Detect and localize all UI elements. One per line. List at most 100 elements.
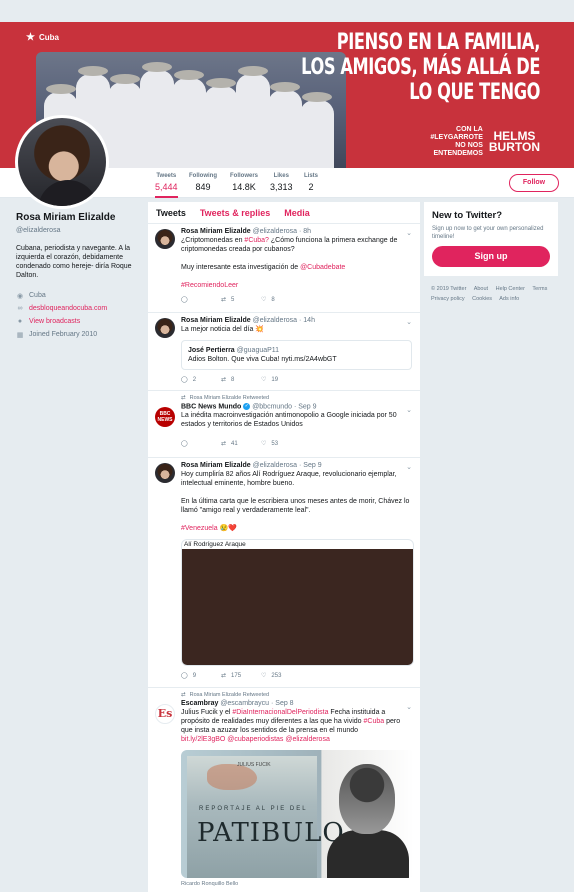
- signup-module: New to Twitter? Sign up now to get your …: [424, 202, 558, 276]
- profile-name[interactable]: Rosa Miriam Elizalde: [16, 212, 146, 223]
- signup-button[interactable]: Sign up: [432, 246, 550, 267]
- tweet-avatar[interactable]: Es: [155, 704, 175, 724]
- retweet-icon: ⇄: [181, 692, 186, 698]
- profile-card: Rosa Miriam Elizalde @elizalderosa Cuban…: [16, 212, 146, 341]
- tab-tweets[interactable]: Tweets: [156, 208, 186, 218]
- follow-button[interactable]: Follow: [509, 174, 559, 192]
- retweet-icon: ⇄: [221, 441, 227, 448]
- tweet-item[interactable]: ⌄ Rosa Miriam Elizalde @elizalderosa · S…: [148, 458, 420, 688]
- retweet-context: ⇄ Rosa Miriam Elizalde Retweeted: [181, 395, 270, 401]
- tweet-text: La inédita macroinvestigación antimonopo…: [181, 412, 397, 429]
- stat-followers[interactable]: Followers 14.8K: [230, 173, 258, 192]
- like-button[interactable]: ♡ 8: [261, 296, 301, 304]
- profile-avatar[interactable]: [15, 115, 109, 209]
- banner-brand: ★ Cuba: [26, 32, 59, 43]
- heart-icon: ♡: [261, 297, 267, 303]
- reply-button[interactable]: ◯ 9: [181, 672, 221, 680]
- retweet-button[interactable]: ⇄ 41: [221, 440, 261, 448]
- reply-icon: ◯: [181, 441, 188, 448]
- retweet-icon: ⇄: [221, 673, 227, 679]
- chevron-down-icon[interactable]: ⌄: [406, 229, 412, 237]
- profile-handle[interactable]: @elizalderosa: [16, 227, 146, 234]
- stat-likes[interactable]: Likes 3,313: [270, 173, 293, 192]
- book-cover: JULIUS FUCIK REPORTAJE AL PIE DEL PATIBU…: [187, 756, 344, 878]
- broadcast-pin-icon: ●: [17, 318, 23, 325]
- tweet-actions: ◯ 2 ⇄ 8 ♡ 19: [181, 376, 412, 384]
- chevron-down-icon[interactable]: ⌄: [406, 406, 412, 414]
- retweet-button[interactable]: ⇄ 5: [221, 296, 261, 304]
- footer-link-privacy[interactable]: Privacy policy: [431, 296, 465, 302]
- like-button[interactable]: ♡ 19: [261, 376, 301, 384]
- stat-tweets[interactable]: Tweets 5,444: [155, 173, 178, 198]
- chevron-down-icon[interactable]: ⌄: [406, 463, 412, 471]
- heart-icon: ♡: [261, 673, 267, 679]
- reply-button[interactable]: ◯: [181, 440, 221, 447]
- stat-lists[interactable]: Lists 2: [304, 173, 318, 192]
- profile-website: ∞ desbloqueandocuba.com: [16, 302, 146, 315]
- retweet-icon: ⇄: [221, 377, 227, 383]
- tweet-avatar[interactable]: [155, 318, 175, 338]
- helms-burton-logo: HELMS BURTON: [488, 129, 540, 154]
- reply-button[interactable]: ◯: [181, 296, 221, 303]
- retweet-context: ⇄ Rosa Miriam Elizalde Retweeted: [181, 692, 270, 698]
- location-pin-icon: ◉: [16, 292, 24, 300]
- like-button[interactable]: ♡ 53: [261, 440, 301, 448]
- reply-icon: ◯: [181, 377, 188, 383]
- tweet-actions: ◯ ⇄ 5 ♡ 8: [181, 296, 412, 304]
- footer-link-terms[interactable]: Terms: [532, 286, 547, 292]
- timeline-tabs: Tweets Tweets & replies Media: [148, 202, 420, 224]
- verified-icon: ✓: [243, 403, 251, 410]
- heart-icon: ♡: [261, 441, 267, 448]
- retweet-icon: ⇄: [221, 297, 227, 303]
- footer-link-cookies[interactable]: Cookies: [472, 296, 492, 302]
- portrait-photo: [323, 758, 411, 878]
- image-caption: Ricardo Ronquillo Bello: [181, 881, 239, 887]
- copyright: © 2019 Twitter: [431, 286, 467, 292]
- tweet-text: La mejor noticia del día 💥: [181, 326, 265, 333]
- tweet-actions: ◯ ⇄ 41 ♡ 53: [181, 440, 412, 448]
- like-button[interactable]: ♡ 253: [261, 672, 301, 680]
- tweet-timeline: Tweets Tweets & replies Media ⌄ Rosa Mir…: [148, 202, 420, 892]
- tab-tweets-replies[interactable]: Tweets & replies: [200, 208, 270, 218]
- profile-bio: Cubana, periodista y navegante. A la izq…: [16, 245, 132, 279]
- quoted-tweet[interactable]: José Pertierra @guaguaP11 Adios Bolton. …: [181, 340, 412, 370]
- reply-button[interactable]: ◯ 2: [181, 376, 221, 384]
- retweet-button[interactable]: ⇄ 8: [221, 376, 261, 384]
- tweet-text: Julius Fucik y el #DiaInternacionalDelPe…: [181, 709, 401, 743]
- signup-subtitle: Sign up now to get your own personalized…: [432, 226, 544, 240]
- heart-icon: ♡: [261, 377, 267, 383]
- banner-tagline: CON LA #LEYGARROTE NO NOS ENTENDEMOS HEL…: [430, 126, 540, 157]
- footer-link-ads[interactable]: Ads info: [499, 296, 519, 302]
- tweet-avatar[interactable]: BBC NEWS: [155, 407, 175, 427]
- reply-icon: ◯: [181, 673, 188, 679]
- tweet-avatar[interactable]: [155, 229, 175, 249]
- website-link[interactable]: desbloqueandocuba.com: [29, 305, 107, 312]
- tweet-item[interactable]: ⇄ Rosa Miriam Elizalde Retweeted Es ⌄ Esc…: [148, 688, 420, 892]
- tweet-item[interactable]: ⌄ Rosa Miriam Elizalde @elizalderosa · 1…: [148, 313, 420, 391]
- tweet-avatar[interactable]: [155, 463, 175, 483]
- chevron-down-icon[interactable]: ⌄: [406, 703, 412, 711]
- signup-title: New to Twitter?: [432, 210, 503, 221]
- tweet-item[interactable]: ⇄ Rosa Miriam Elizalde Retweeted BBC NEWS…: [148, 391, 420, 458]
- stat-following[interactable]: Following 849: [189, 173, 217, 192]
- retweet-icon: ⇄: [181, 395, 186, 401]
- tweet-actions: ◯ 9 ⇄ 175 ♡ 253: [181, 672, 412, 680]
- tab-media[interactable]: Media: [284, 208, 310, 218]
- profile-broadcasts: ● View broadcasts: [16, 315, 146, 328]
- tweet-image[interactable]: JULIUS FUCIK REPORTAJE AL PIE DEL PATIBU…: [181, 750, 414, 878]
- cuba-flag-icon: ★: [26, 32, 35, 43]
- tweet-item[interactable]: ⌄ Rosa Miriam Elizalde @elizalderosa · 8…: [148, 224, 420, 313]
- retweet-button[interactable]: ⇄ 175: [221, 672, 261, 680]
- tweet-text: Hoy cumpliría 82 años Alí Rodríguez Araq…: [181, 471, 410, 532]
- footer-link-help[interactable]: Help Center: [496, 286, 525, 292]
- link-icon: ∞: [17, 305, 23, 312]
- footer-link-about[interactable]: About: [474, 286, 488, 292]
- tweet-text: ¿Criptomonedas en #Cuba? ¿Cómo funciona …: [181, 237, 398, 289]
- chevron-down-icon[interactable]: ⌄: [406, 318, 412, 326]
- view-broadcasts-link[interactable]: View broadcasts: [29, 318, 80, 325]
- calendar-icon: ▦: [16, 331, 24, 339]
- banner-headline: PIENSO EN LA FAMILIA, LOS AMIGOS, MÁS AL…: [301, 30, 540, 105]
- footer-links: © 2019 Twitter About Help Center Terms P…: [431, 284, 561, 304]
- profile-location: ◉ Cuba: [16, 292, 46, 300]
- tweet-image[interactable]: Alí Rodríguez Araque: [181, 539, 414, 666]
